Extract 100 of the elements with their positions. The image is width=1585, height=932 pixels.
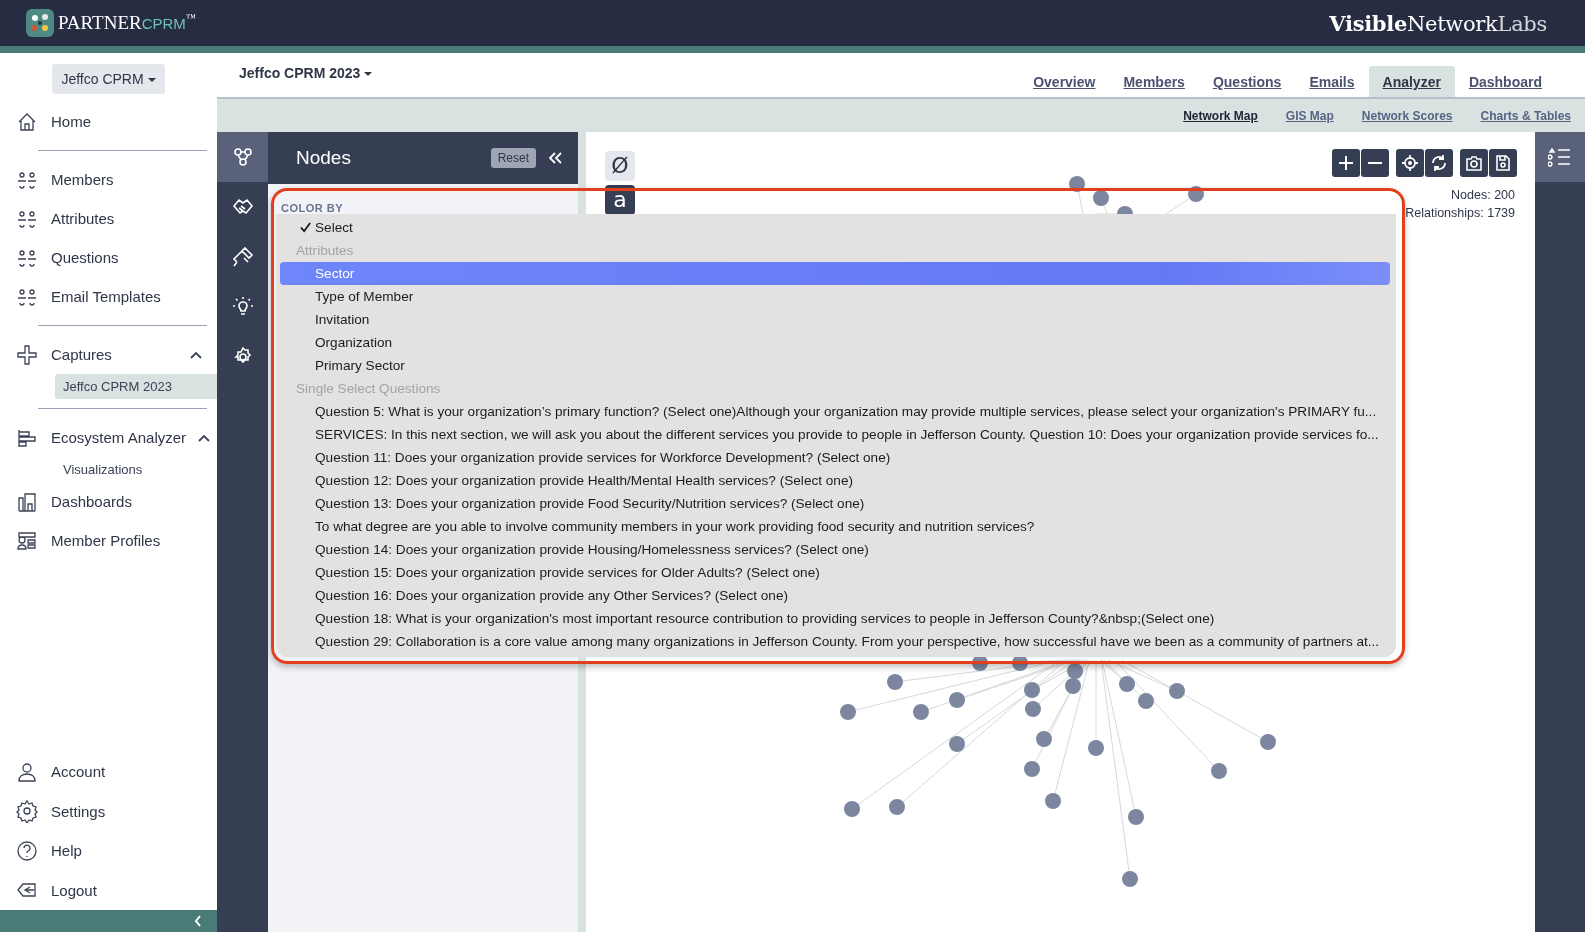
nav-tab[interactable]: Members <box>1109 66 1199 97</box>
zoom-in-button[interactable] <box>1332 149 1360 177</box>
reset-button[interactable]: Reset <box>490 148 536 168</box>
camera-icon <box>1465 154 1483 172</box>
dropdown-option[interactable]: SERVICES: In this next section, we will ask you about the different services you provide to people in Jefferson County. Question 10: Does your organization provide services fo... <box>280 423 1390 446</box>
logo-icon <box>26 9 54 37</box>
graph-node <box>1025 701 1041 717</box>
sidebar-subitem[interactable]: Visualizations <box>55 457 217 482</box>
graph-node <box>1088 740 1104 756</box>
dropdown-option[interactable]: Question 15: Does your organization provide services for Older Adults? (Select one) <box>280 561 1390 584</box>
nav-tab[interactable]: Analyzer <box>1368 66 1455 97</box>
dropdown-option[interactable]: To what degree are you able to involve community members in your work providing food security and nutrition services? <box>280 515 1390 538</box>
nav-tab[interactable]: Dashboard <box>1454 66 1556 97</box>
graph-node <box>840 704 856 720</box>
refresh-button[interactable] <box>1425 149 1453 177</box>
graph-node <box>1128 809 1144 825</box>
sidebar-item[interactable]: Member Profiles <box>0 521 217 560</box>
graph-node <box>949 736 965 752</box>
crosshair-icon <box>1401 154 1419 172</box>
dropdown-option[interactable]: Question 29: Collaboration is a core value among many organizations in Jefferson County. From your perspective, how successful have we been as a community of partners at... <box>280 630 1390 653</box>
save-button[interactable] <box>1489 149 1517 177</box>
chevron-left-icon <box>194 915 202 927</box>
graph-node <box>1260 734 1276 750</box>
dropdown-option[interactable]: Type of Member <box>280 285 1390 308</box>
option-group-header: Single Select Questions <box>295 380 442 398</box>
save-icon <box>1494 154 1512 172</box>
graph-node <box>887 674 903 690</box>
zoom-out-button[interactable] <box>1361 149 1389 177</box>
graph-node <box>1169 683 1185 699</box>
dropdown-option[interactable]: Question 14: Does your organization provide Housing/Homelessness services? (Select one) <box>280 538 1390 561</box>
graph-node <box>1122 871 1138 887</box>
dropdown-option[interactable]: Question 13: Does your organization provide Food Security/Nutrition services? (Select one) <box>280 492 1390 515</box>
sub-tab[interactable]: Charts & Tables <box>1480 108 1571 123</box>
sidebar-item[interactable]: Email Templates <box>0 277 217 316</box>
sidebar-item[interactable]: Settings <box>0 791 217 831</box>
sidebar-item[interactable]: Logout <box>0 870 217 910</box>
sub-tab[interactable]: GIS Map <box>1285 108 1334 123</box>
sub-tab[interactable]: Network Map <box>1183 108 1258 123</box>
dropdown-option[interactable]: Organization <box>280 331 1390 354</box>
graph-node <box>889 799 905 815</box>
graph-node <box>844 801 860 817</box>
sidebar-item[interactable]: Dashboards <box>0 482 217 521</box>
list-icon <box>1548 145 1572 169</box>
chevron-icon[interactable] <box>198 433 211 442</box>
panel-title: Nodes <box>296 147 352 169</box>
chevron-icon[interactable] <box>190 350 202 359</box>
sidebar-item[interactable]: Ecosystem Analyzer <box>0 418 217 457</box>
nav-icon <box>15 342 39 367</box>
sidebar-item[interactable]: Members <box>0 160 217 199</box>
dropdown-option[interactable]: Select <box>280 216 1390 239</box>
refresh-icon <box>1430 154 1448 172</box>
dropdown-option[interactable]: Question 16: Does your organization provide any Other Services? (Select one) <box>280 584 1390 607</box>
sidebar-subitem[interactable]: Jeffco CPRM 2023 <box>55 374 217 399</box>
nav-icon <box>15 838 39 863</box>
dropdown-option[interactable]: Question 12: Does your organization provide Health/Mental Health services? (Select one) <box>280 469 1390 492</box>
dropdown-option[interactable]: Question 11: Does your organization provide services for Workforce Development? (Select one) <box>280 446 1390 469</box>
legend-button[interactable] <box>1535 132 1585 182</box>
tools-icon <box>230 245 255 269</box>
graph-node <box>1065 678 1081 694</box>
dropdown-option[interactable]: Primary Sector <box>280 354 1390 377</box>
graph-node <box>1093 190 1109 206</box>
dropdown-option[interactable]: Question 5: What is your organization’s primary function? (Select one)Although your organization may provide multiple services, please select your organization's PRIMARY fu... <box>280 400 1390 423</box>
graph-node <box>1188 186 1204 202</box>
sub-tab[interactable]: Network Scores <box>1361 108 1453 123</box>
graph-node <box>1036 731 1052 747</box>
graph-node <box>1045 793 1061 809</box>
sidebar-item[interactable]: Help <box>0 831 217 871</box>
dropdown-option[interactable]: Invitation <box>280 308 1390 331</box>
screenshot-button[interactable] <box>1460 149 1488 177</box>
graph-node <box>1024 682 1040 698</box>
plus-icon <box>1338 155 1354 171</box>
label-toggle-button[interactable]: Ø <box>605 151 635 181</box>
sidebar-item[interactable]: Captures <box>0 335 217 374</box>
nav-tab[interactable]: Questions <box>1198 66 1296 97</box>
project-dropdown[interactable]: Jeffco CPRM 2023 <box>239 65 373 81</box>
graph-node <box>949 692 965 708</box>
center-button[interactable] <box>1396 149 1424 177</box>
color-by-label: COLOR BY <box>281 202 344 214</box>
graph-node <box>1067 663 1083 679</box>
nav-icon <box>15 799 39 824</box>
graph-node <box>1119 676 1135 692</box>
sidebar-item[interactable]: Attributes <box>0 199 217 238</box>
relationship-count: Relationships: 1739 <box>1403 206 1517 220</box>
brand-logo-text: VisibleNetworkLabs <box>1329 10 1547 36</box>
collapse-icon[interactable] <box>548 152 562 164</box>
node-count: Nodes: 200 <box>1449 188 1517 202</box>
account-dropdown-button[interactable]: Jeffco CPRM <box>52 64 165 94</box>
graph-node <box>913 704 929 720</box>
graph-node <box>1211 763 1227 779</box>
label-toggle-button[interactable]: a <box>605 185 635 215</box>
nav-tab[interactable]: Emails <box>1295 66 1369 97</box>
nav-tab[interactable]: Overview <box>1019 66 1110 97</box>
dropdown-option[interactable]: Question 18: What is your organization's most important resource contribution to providing services to people in Jefferson County?&nbsp;(Select one) <box>280 607 1390 630</box>
option-group-header: Attributes <box>295 242 355 260</box>
sidebar-item[interactable]: Questions <box>0 238 217 277</box>
sidebar-item[interactable]: Home <box>0 102 217 141</box>
app-logo-text: PARTNERCPRM™ <box>58 12 196 34</box>
minus-icon <box>1367 162 1383 164</box>
graph-node <box>1138 693 1154 709</box>
sidebar-item[interactable]: Account <box>0 752 217 792</box>
